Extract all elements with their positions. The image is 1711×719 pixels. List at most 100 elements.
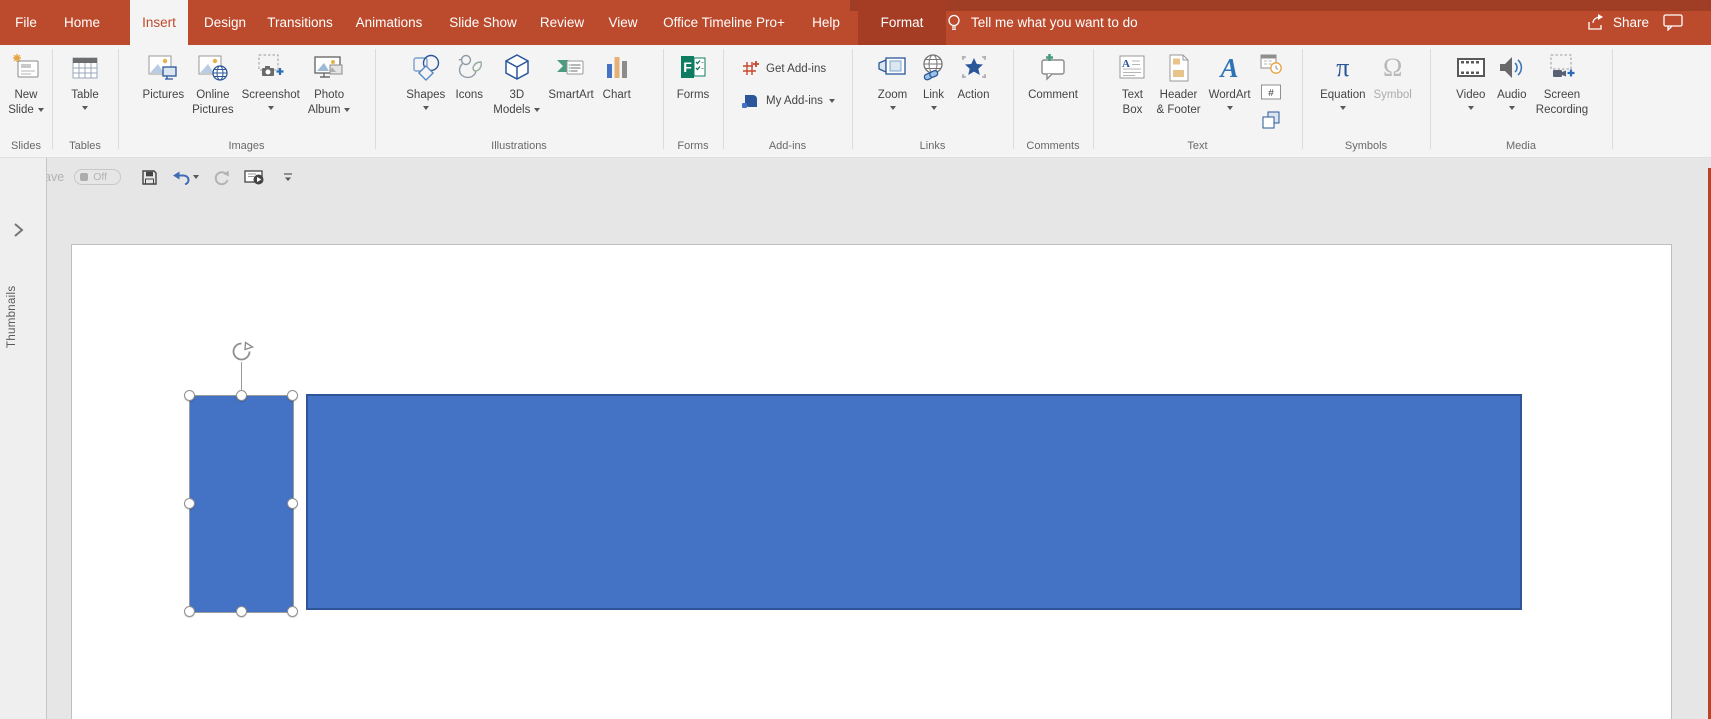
tab-transitions[interactable]: Transitions <box>260 0 340 45</box>
dropdown-arrow-icon <box>1509 106 1515 110</box>
undo-button[interactable] <box>170 167 201 187</box>
photo-album-icon <box>312 50 346 86</box>
group-label-addins: Add-ins <box>723 138 852 158</box>
tab-office-timeline-pro[interactable]: Office Timeline Pro+ <box>656 0 792 45</box>
dropdown-arrow-icon <box>1227 106 1233 110</box>
tab-design[interactable]: Design <box>198 0 252 45</box>
smartart-button[interactable]: SmartArt <box>544 48 597 105</box>
dropdown-arrow-icon <box>890 106 896 110</box>
chart-button[interactable]: Chart <box>598 48 636 105</box>
screen-recording-icon <box>1546 50 1578 86</box>
wordart-icon: A <box>1221 50 1239 86</box>
tab-animations[interactable]: Animations <box>348 0 430 45</box>
chart-icon <box>602 50 632 86</box>
photo-album-button[interactable]: Photo Album <box>304 48 355 120</box>
tab-home[interactable]: Home <box>56 0 108 45</box>
share-button[interactable]: Share <box>1587 14 1649 31</box>
menu-bar: File Home Insert Design Transitions Anim… <box>0 0 1711 45</box>
pictures-icon <box>146 50 180 86</box>
icons-button[interactable]: Icons <box>449 48 489 105</box>
get-add-ins-button[interactable]: Get Add-ins <box>734 56 841 82</box>
ribbon-group-media: Video Audio Screen Recording <box>1430 45 1612 158</box>
screenshot-button[interactable]: Screenshot <box>238 48 304 112</box>
resize-handle-middle-right[interactable] <box>287 498 298 509</box>
forms-button[interactable]: F Forms <box>673 48 714 105</box>
undo-icon <box>172 169 190 185</box>
tab-help[interactable]: Help <box>804 0 848 45</box>
customize-qat-button[interactable] <box>281 170 295 184</box>
slide-number-icon: # <box>1260 81 1282 103</box>
dropdown-arrow-icon <box>829 99 835 103</box>
audio-button[interactable]: Audio <box>1492 48 1532 112</box>
group-label-forms: Forms <box>663 138 723 158</box>
tab-view[interactable]: View <box>602 0 644 45</box>
text-box-icon: A <box>1116 50 1148 86</box>
shapes-button[interactable]: Shapes <box>402 48 449 112</box>
redo-button[interactable] <box>211 167 232 188</box>
object-button[interactable] <box>1259 108 1283 132</box>
lightbulb-icon <box>946 14 962 32</box>
start-from-slide-button[interactable] <box>242 167 267 187</box>
redo-icon <box>213 169 230 186</box>
comments-pane-icon[interactable] <box>1663 14 1683 31</box>
zoom-icon <box>876 50 910 86</box>
group-label-tables: Tables <box>52 138 118 158</box>
zoom-button[interactable]: Zoom <box>872 48 914 112</box>
pictures-button[interactable]: Pictures <box>139 48 189 105</box>
action-button[interactable]: Action <box>954 48 994 105</box>
save-icon <box>141 169 158 186</box>
dropdown-arrow-icon <box>193 175 199 179</box>
thumbnails-panel-label[interactable]: Thumbnails <box>6 248 26 348</box>
resize-handle-bottom-left[interactable] <box>184 606 195 617</box>
expand-thumbnails-chevron-icon[interactable] <box>12 222 28 238</box>
autosave-toggle[interactable]: Off <box>74 169 121 185</box>
start-from-slide-icon <box>244 169 265 185</box>
ribbon-group-forms: F Forms Forms <box>663 45 723 158</box>
group-label-links: Links <box>852 138 1013 158</box>
text-box-button[interactable]: A Text Box <box>1112 48 1152 120</box>
new-slide-button[interactable]: New Slide <box>4 48 48 120</box>
tab-insert[interactable]: Insert <box>130 0 188 45</box>
date-time-button[interactable] <box>1259 52 1283 76</box>
wordart-button[interactable]: A WordArt <box>1205 48 1255 112</box>
tell-me-box[interactable]: Tell me what you want to do <box>946 0 1138 45</box>
resize-handle-bottom-center[interactable] <box>236 606 247 617</box>
resize-handle-top-left[interactable] <box>184 390 195 401</box>
tab-format[interactable]: Format <box>858 0 946 45</box>
header-footer-icon <box>1165 50 1193 86</box>
header-footer-button[interactable]: Header & Footer <box>1152 48 1204 120</box>
resize-handle-bottom-right[interactable] <box>287 606 298 617</box>
resize-handle-middle-left[interactable] <box>184 498 195 509</box>
online-pictures-button[interactable]: Online Pictures <box>188 48 238 120</box>
dropdown-arrow-icon <box>82 106 88 110</box>
screen-recording-button[interactable]: Screen Recording <box>1532 48 1592 120</box>
3d-models-icon <box>501 50 533 86</box>
tab-review[interactable]: Review <box>534 0 590 45</box>
resize-handle-top-center[interactable] <box>236 390 247 401</box>
comment-button[interactable]: Comment <box>1024 48 1082 105</box>
rotation-handle[interactable] <box>229 339 254 364</box>
audio-icon <box>1496 50 1528 86</box>
video-button[interactable]: Video <box>1450 48 1492 112</box>
table-button[interactable]: Table <box>66 48 104 112</box>
my-add-ins-button[interactable]: My Add-ins <box>734 88 841 114</box>
link-button[interactable]: Link <box>914 48 954 112</box>
dropdown-arrow-icon <box>534 108 540 112</box>
slide-number-button[interactable]: # <box>1259 80 1283 104</box>
dropdown-arrow-icon <box>423 106 429 110</box>
resize-handle-top-right[interactable] <box>287 390 298 401</box>
large-rectangle-shape[interactable] <box>306 394 1522 610</box>
ribbon-group-text: A Text Box Header & Footer A WordArt <box>1093 45 1302 158</box>
3d-models-button[interactable]: 3D Models <box>489 48 544 120</box>
small-rectangle-shape-selected[interactable] <box>190 396 293 612</box>
symbol-button[interactable]: Ω Symbol <box>1370 48 1416 105</box>
thumbnails-panel[interactable]: Thumbnails <box>0 158 47 719</box>
group-label-slides: Slides <box>0 138 52 158</box>
ribbon-group-images: Pictures Online Pictures Screenshot <box>118 45 375 158</box>
forms-glyph: F <box>683 59 692 75</box>
table-icon <box>70 50 100 86</box>
tab-file[interactable]: File <box>6 0 46 45</box>
save-button[interactable] <box>139 167 160 188</box>
equation-button[interactable]: π Equation <box>1316 48 1369 112</box>
tab-slide-show[interactable]: Slide Show <box>442 0 524 45</box>
